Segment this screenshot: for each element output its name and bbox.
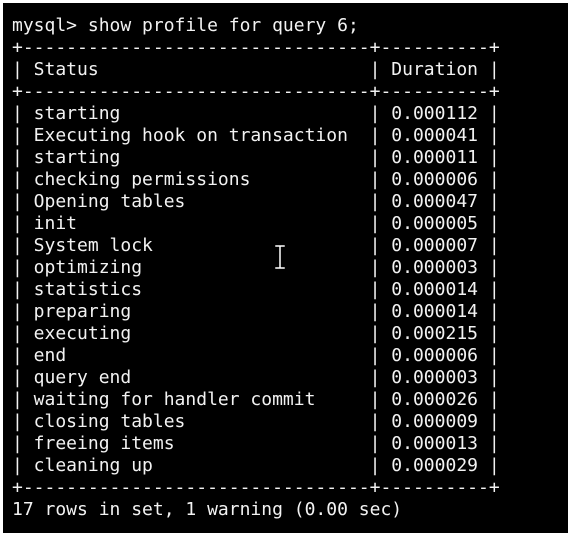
- table-row: | Executing hook on transaction | 0.0000…: [12, 125, 500, 146]
- table-row: | end | 0.000006 |: [12, 345, 500, 366]
- table-row: | Opening tables | 0.000047 |: [12, 191, 500, 212]
- table-header: | Status | Duration |: [12, 59, 500, 80]
- table-row: | starting | 0.000011 |: [12, 147, 500, 168]
- table-row: | checking permissions | 0.000006 |: [12, 169, 500, 190]
- table-row: | executing | 0.000215 |: [12, 323, 500, 344]
- table-row: | System lock | 0.000007 |: [12, 235, 500, 256]
- table-row: | optimizing | 0.000003 |: [12, 257, 500, 278]
- text-cursor-icon: [274, 245, 286, 269]
- result-summary: 17 rows in set, 1 warning (0.00 sec): [12, 499, 403, 520]
- table-row: | starting | 0.000112 |: [12, 103, 500, 124]
- table-row: | freeing items | 0.000013 |: [12, 433, 500, 454]
- table-row: | preparing | 0.000014 |: [12, 301, 500, 322]
- table-row: | statistics | 0.000014 |: [12, 279, 500, 300]
- command-prompt: mysql> show profile for query 6;: [12, 15, 359, 36]
- table-row: | query end | 0.000003 |: [12, 367, 500, 388]
- table-border-bottom: +--------------------------------+------…: [12, 477, 500, 498]
- table-row: | waiting for handler commit | 0.000026 …: [12, 389, 500, 410]
- table-border-top: +--------------------------------+------…: [12, 37, 500, 58]
- terminal-window[interactable]: mysql> show profile for query 6; +------…: [3, 3, 568, 533]
- table-row: | closing tables | 0.000009 |: [12, 411, 500, 432]
- table-border-header: +--------------------------------+------…: [12, 81, 500, 102]
- table-row: | init | 0.000005 |: [12, 213, 500, 234]
- table-row: | cleaning up | 0.000029 |: [12, 455, 500, 476]
